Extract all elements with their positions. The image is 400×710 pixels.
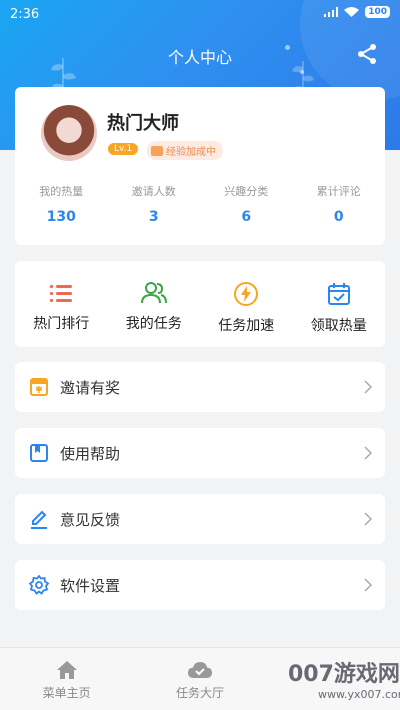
menu-label: 意见反馈 <box>60 511 121 529</box>
chevron-right-icon <box>364 512 373 526</box>
stat-label: 邀请人数 <box>131 185 176 198</box>
stat-label: 累计评论 <box>316 185 361 198</box>
chevron-right-icon <box>364 380 373 394</box>
share-icon[interactable] <box>355 42 379 66</box>
signal-icon <box>324 7 339 17</box>
action-claim-heat[interactable]: 领取热量 <box>293 261 386 347</box>
quick-actions: 热门排行 我的任务 任务加速 领取热量 <box>15 261 385 347</box>
menu-label: 使用帮助 <box>60 445 121 463</box>
stats-row: 我的热量 130 邀请人数 3 兴趣分类 6 累计评论 0 <box>15 183 385 225</box>
list-icon <box>50 285 73 302</box>
menu-settings[interactable]: 软件设置 <box>15 560 385 610</box>
status-time: 2:36 <box>10 7 40 22</box>
action-label: 我的任务 <box>125 316 182 332</box>
profile-card: 热门大师 Lv.1 经验加成中 我的热量 130 邀请人数 3 兴趣分类 6 累… <box>15 87 385 245</box>
menu-label: 邀请有奖 <box>60 379 121 397</box>
tab-label: 菜单主页 <box>42 686 91 700</box>
menu-invite-rewards[interactable]: 邀请有奖 <box>15 362 385 412</box>
tab-label: 任务大厅 <box>175 686 224 700</box>
menu-help[interactable]: 使用帮助 <box>15 428 385 478</box>
stat-comments[interactable]: 累计评论 0 <box>293 183 386 225</box>
username: 热门大师 <box>107 113 179 134</box>
stat-heat[interactable]: 我的热量 130 <box>15 183 108 225</box>
exp-icon <box>151 145 163 156</box>
exp-status-label: 经验加成中 <box>166 147 216 158</box>
chevron-right-icon <box>364 446 373 460</box>
edit-icon <box>31 510 47 529</box>
watermark-text: 007游戏网 <box>288 662 400 687</box>
stat-label: 兴趣分类 <box>224 185 269 198</box>
cloud-check-icon <box>187 662 212 678</box>
stat-value: 6 <box>241 209 252 225</box>
action-label: 热门排行 <box>33 316 90 332</box>
action-my-tasks[interactable]: 我的任务 <box>108 261 201 347</box>
home-icon <box>56 661 77 679</box>
battery-indicator: 100 <box>365 6 390 18</box>
calendar-check-icon <box>327 283 350 305</box>
tab-home[interactable]: 菜单主页 <box>0 648 133 710</box>
stat-invites[interactable]: 邀请人数 3 <box>108 183 201 225</box>
chevron-right-icon <box>364 578 373 592</box>
watermark-url: www.yx007.com <box>318 688 400 701</box>
users-icon <box>140 282 167 304</box>
stat-value: 3 <box>148 209 159 225</box>
menu-feedback[interactable]: 意见反馈 <box>15 494 385 544</box>
lightning-icon <box>234 282 259 306</box>
exp-boost-badge: 经验加成中 <box>147 141 223 160</box>
level-badge: Lv.1 <box>108 143 139 155</box>
action-task-boost[interactable]: 任务加速 <box>200 261 293 347</box>
status-bar: 2:36 100 <box>0 0 400 28</box>
avatar[interactable] <box>41 105 97 161</box>
gift-icon <box>30 378 48 396</box>
wifi-icon <box>344 6 360 17</box>
stat-value: 130 <box>46 209 76 225</box>
action-label: 任务加速 <box>218 318 275 334</box>
bookmark-icon <box>30 444 48 462</box>
page-title: 个人中心 <box>167 48 232 67</box>
stat-value: 0 <box>333 209 344 225</box>
menu-label: 软件设置 <box>60 577 121 595</box>
stat-interests[interactable]: 兴趣分类 6 <box>200 183 293 225</box>
stat-label: 我的热量 <box>39 185 84 198</box>
action-label: 领取热量 <box>310 318 367 334</box>
action-hot-ranking[interactable]: 热门排行 <box>15 261 108 347</box>
gear-icon <box>29 575 49 595</box>
tab-task-hall[interactable]: 任务大厅 <box>133 648 266 710</box>
